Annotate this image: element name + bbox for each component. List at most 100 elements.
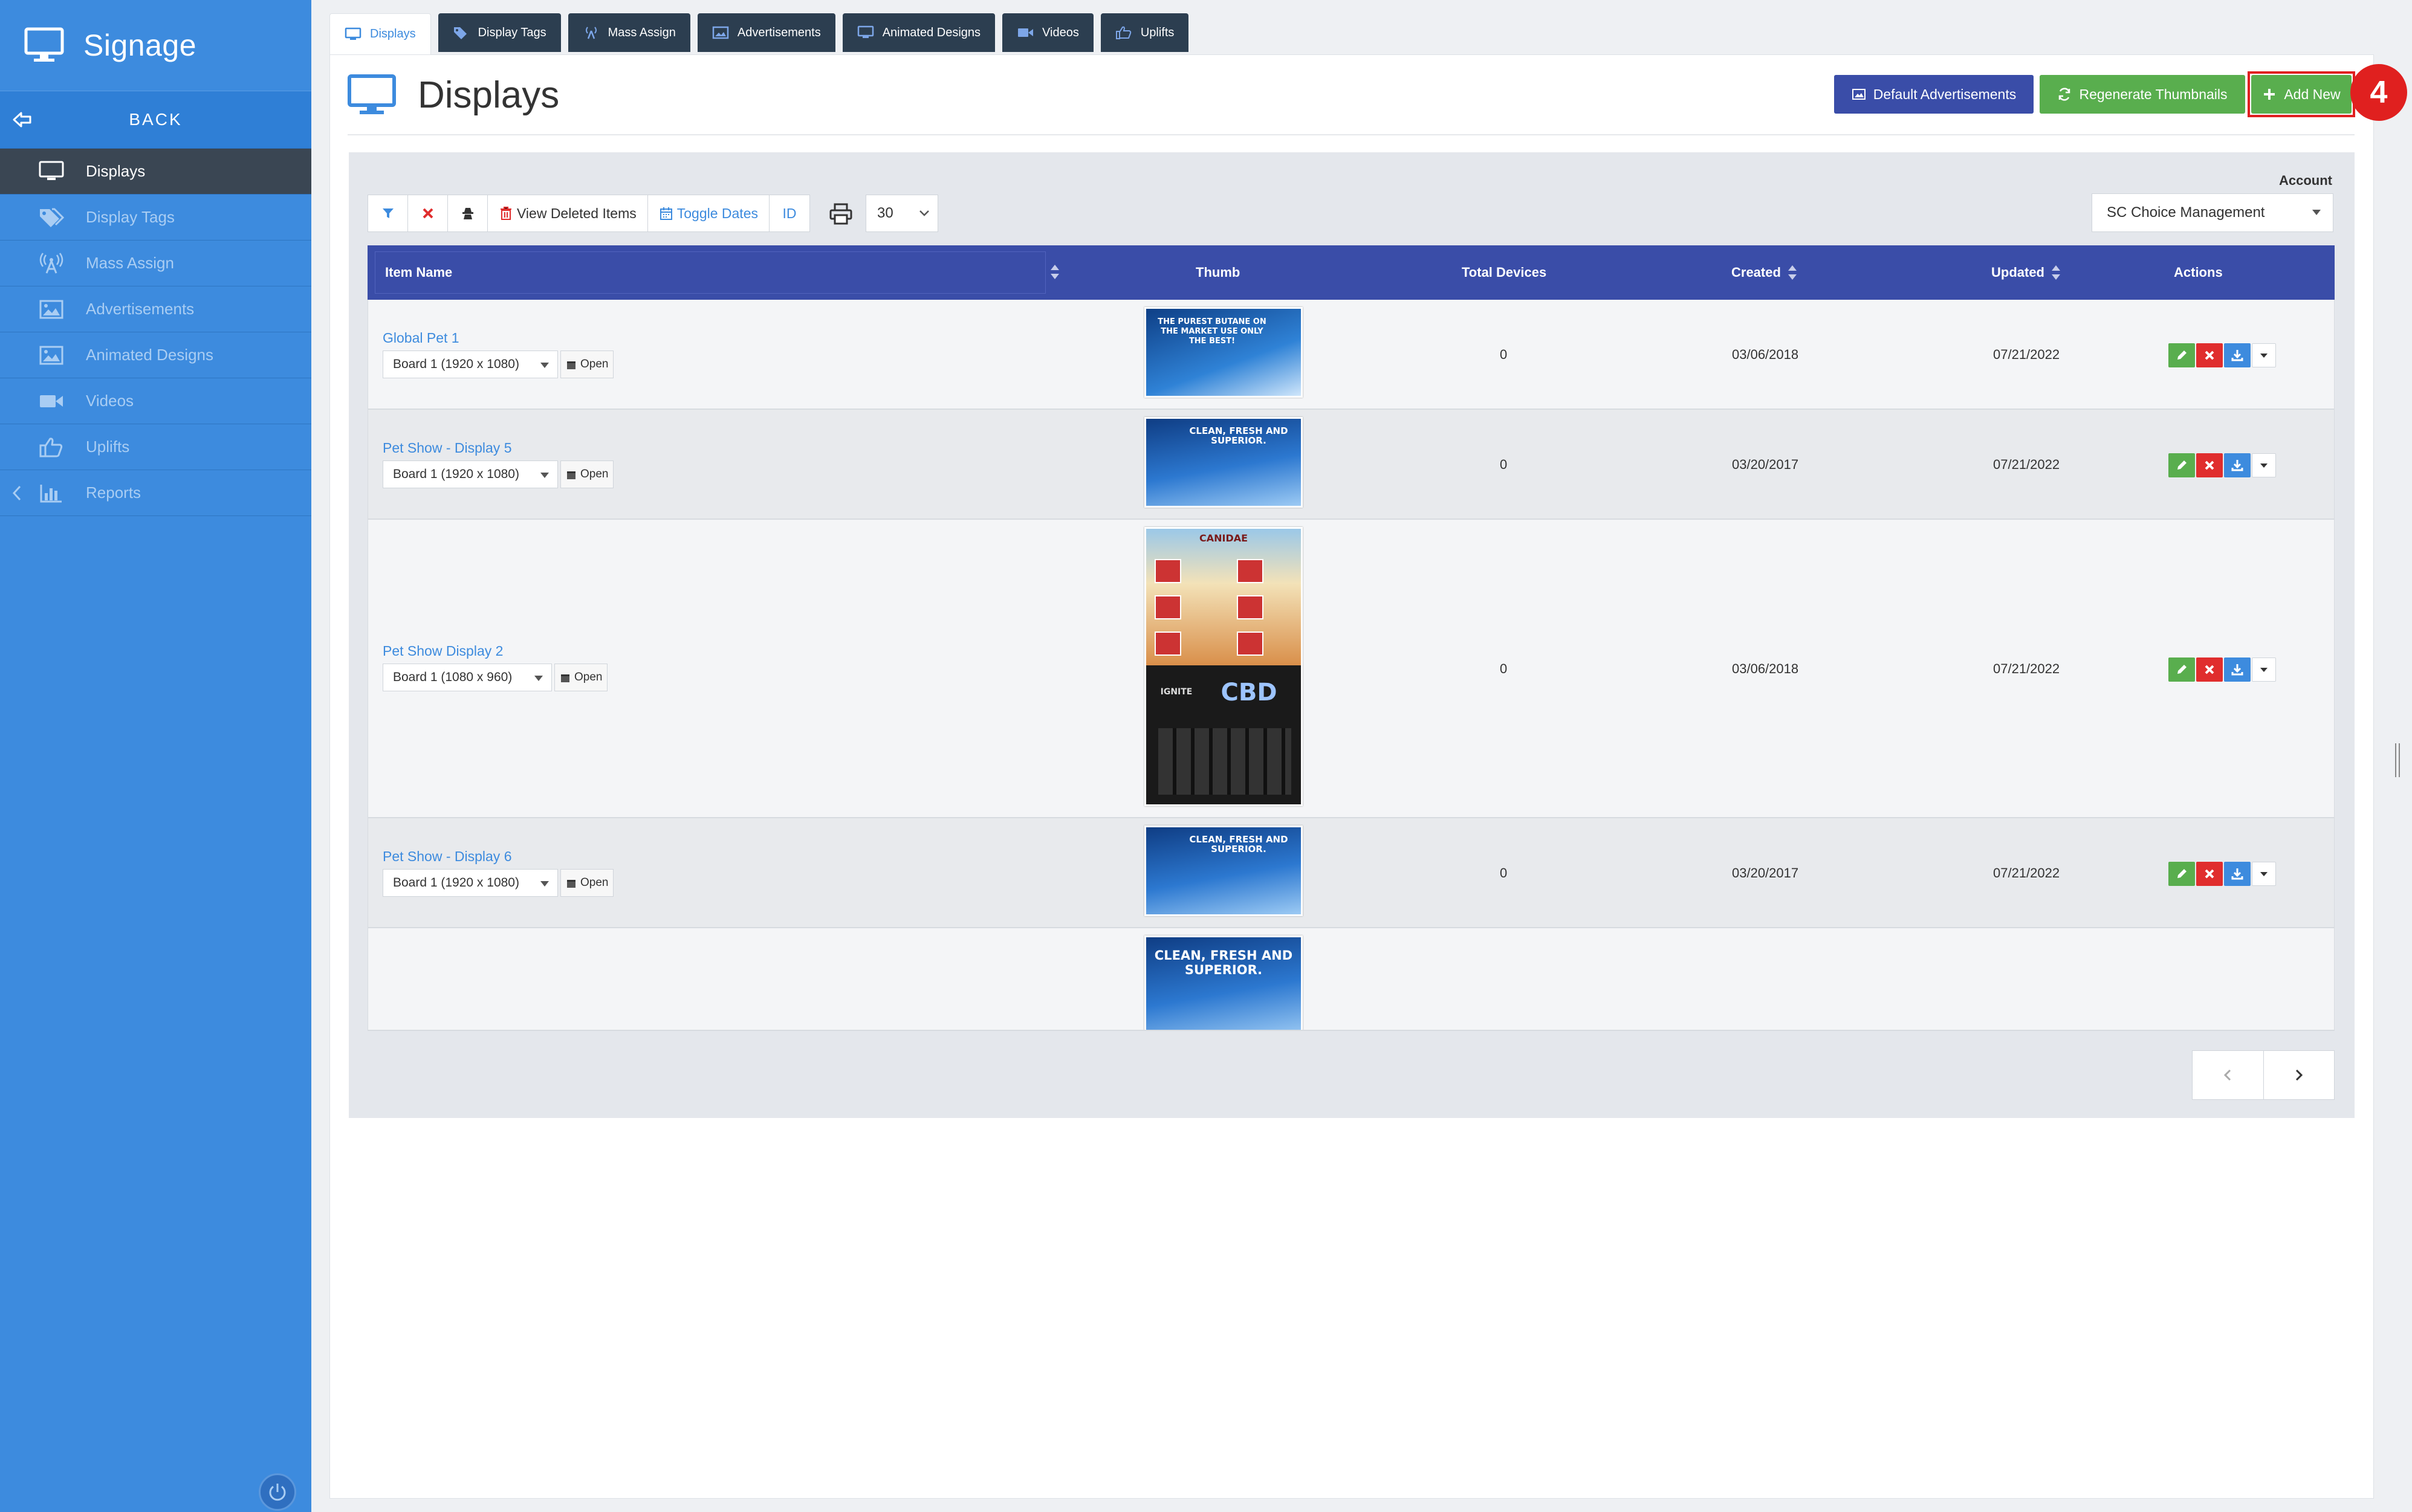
next-page-button[interactable] xyxy=(2264,1051,2335,1099)
open-button[interactable]: Open xyxy=(560,460,614,488)
item-name-link[interactable]: Pet Show - Display 6 xyxy=(383,848,511,865)
video-icon xyxy=(40,395,63,407)
id-label: ID xyxy=(782,205,797,221)
delete-button[interactable] xyxy=(2196,657,2223,682)
lock-button[interactable] xyxy=(448,195,488,231)
tab-display-tags[interactable]: Display Tags xyxy=(438,13,561,52)
previous-page-button[interactable] xyxy=(2193,1051,2264,1099)
product-tile xyxy=(1155,559,1181,583)
column-header-updated[interactable]: Updated xyxy=(1991,245,2061,300)
tags-icon xyxy=(453,27,467,39)
tab-label: Animated Designs xyxy=(882,25,981,39)
sidebar-item-reports[interactable]: Reports xyxy=(0,470,311,516)
delete-button[interactable] xyxy=(2196,862,2223,886)
display-thumbnail[interactable]: CLEAN, FRESH AND SUPERIOR. xyxy=(1144,935,1303,1030)
edit-button[interactable] xyxy=(2168,657,2195,682)
back-button[interactable]: BACK xyxy=(0,91,311,149)
board-select[interactable]: Board 1 (1920 x 1080) xyxy=(383,460,558,488)
sidebar-item-uplifts[interactable]: Uplifts xyxy=(0,424,311,470)
open-button[interactable]: Open xyxy=(554,664,608,691)
per-page-select[interactable]: 30 xyxy=(866,195,938,232)
delete-button[interactable] xyxy=(2196,343,2223,367)
row-actions xyxy=(2168,862,2276,886)
edit-button[interactable] xyxy=(2168,453,2195,477)
close-icon xyxy=(2205,351,2214,360)
edit-button[interactable] xyxy=(2168,862,2195,886)
more-dropdown-button[interactable] xyxy=(2252,453,2276,477)
sidebar-item-videos[interactable]: Videos xyxy=(0,378,311,424)
board-select[interactable]: Board 1 (1920 x 1080) xyxy=(383,869,558,897)
tab-advertisements[interactable]: Advertisements xyxy=(697,13,835,52)
clear-filter-button[interactable] xyxy=(408,195,448,231)
board-select[interactable]: Board 1 (1080 x 960) xyxy=(383,664,552,691)
column-header-created[interactable]: Created xyxy=(1731,245,1798,300)
tab-videos[interactable]: Videos xyxy=(1002,13,1094,52)
table-row: Pet Show - Display 5 Board 1 (1920 x 108… xyxy=(368,410,2335,520)
resize-handle[interactable] xyxy=(2395,743,2400,777)
delete-button[interactable] xyxy=(2196,453,2223,477)
monitor-icon xyxy=(39,161,64,180)
chevron-left-icon xyxy=(2224,1069,2231,1081)
brand[interactable]: Signage xyxy=(0,0,311,91)
sidebar-item-mass-assign[interactable]: Mass Assign xyxy=(0,241,311,286)
column-header-item-name[interactable]: Item Name xyxy=(375,251,1046,294)
download-button[interactable] xyxy=(2224,343,2251,367)
power-button[interactable] xyxy=(259,1473,296,1511)
toggle-dates-button[interactable]: Toggle Dates xyxy=(648,195,770,231)
chevron-down-icon xyxy=(919,210,929,216)
edit-button[interactable] xyxy=(2168,343,2195,367)
open-button[interactable]: Open xyxy=(560,869,614,897)
toggle-dates-label: Toggle Dates xyxy=(676,205,758,221)
tab-animated-designs[interactable]: Animated Designs xyxy=(842,13,996,52)
display-thumbnail[interactable]: CANIDAE IGNITE CBD xyxy=(1144,527,1303,806)
pencil-icon xyxy=(2177,351,2187,360)
more-dropdown-button[interactable] xyxy=(2252,862,2276,886)
id-button[interactable]: ID xyxy=(770,195,809,231)
add-new-highlight xyxy=(2248,71,2355,117)
updated-date: 07/21/2022 xyxy=(1993,457,2060,472)
sidebar-item-animated-designs[interactable]: Animated Designs xyxy=(0,332,311,378)
regenerate-thumbnails-button[interactable]: Regenerate Thumbnails xyxy=(2040,75,2245,114)
thumbnail-text: CLEAN, FRESH AND SUPERIOR. xyxy=(1189,425,1288,446)
sidebar: Signage BACK Displays Display Tags Mass … xyxy=(0,0,311,1512)
display-thumbnail[interactable]: THE PUREST BUTANE ON THE MARKET USE ONLY… xyxy=(1144,307,1303,398)
download-button[interactable] xyxy=(2224,657,2251,682)
account-select-value: SC Choice Management xyxy=(2107,204,2265,221)
filter-button[interactable] xyxy=(368,195,408,231)
thumbnail-top-panel: CANIDAE xyxy=(1146,529,1301,665)
tab-uplifts[interactable]: Uplifts xyxy=(1100,13,1189,52)
open-button[interactable]: Open xyxy=(560,351,614,378)
print-icon[interactable] xyxy=(829,203,852,225)
board-select[interactable]: Board 1 (1920 x 1080) xyxy=(383,351,558,378)
sort-icon[interactable] xyxy=(1049,263,1060,280)
more-dropdown-button[interactable] xyxy=(2252,657,2276,682)
sidebar-item-displays[interactable]: Displays xyxy=(0,149,311,195)
thumbnail-text: THE PUREST BUTANE ON THE MARKET USE ONLY… xyxy=(1158,317,1266,346)
product-tile xyxy=(1155,632,1181,656)
tab-mass-assign[interactable]: Mass Assign xyxy=(568,13,690,52)
caret-down-icon xyxy=(2260,354,2268,358)
table-row: CLEAN, FRESH AND SUPERIOR. xyxy=(368,928,2335,1031)
download-icon xyxy=(2231,868,2243,880)
created-date: 03/06/2018 xyxy=(1732,347,1799,362)
item-name-link[interactable]: Pet Show Display 2 xyxy=(383,643,503,659)
product-tile xyxy=(1237,559,1263,583)
tab-displays[interactable]: Displays xyxy=(329,13,431,54)
download-button[interactable] xyxy=(2224,862,2251,886)
account-select[interactable]: SC Choice Management xyxy=(2092,193,2333,232)
more-dropdown-button[interactable] xyxy=(2252,343,2276,367)
monitor-icon xyxy=(857,25,874,38)
bar-chart-icon xyxy=(40,484,62,502)
display-thumbnail[interactable]: CLEAN, FRESH AND SUPERIOR. xyxy=(1144,417,1303,508)
chevron-left-icon xyxy=(12,485,21,500)
item-name-link[interactable]: Pet Show - Display 5 xyxy=(383,440,511,456)
view-deleted-button[interactable]: View Deleted Items xyxy=(488,195,648,231)
sidebar-item-advertisements[interactable]: Advertisements xyxy=(0,286,311,332)
download-button[interactable] xyxy=(2224,453,2251,477)
sidebar-item-display-tags[interactable]: Display Tags xyxy=(0,195,311,241)
default-advertisements-button[interactable]: Default Advertisements xyxy=(1834,75,2034,114)
monitor-icon xyxy=(345,27,361,40)
display-thumbnail[interactable]: CLEAN, FRESH AND SUPERIOR. xyxy=(1144,825,1303,916)
item-name-link[interactable]: Global Pet 1 xyxy=(383,330,459,346)
monitor-icon xyxy=(24,27,64,62)
